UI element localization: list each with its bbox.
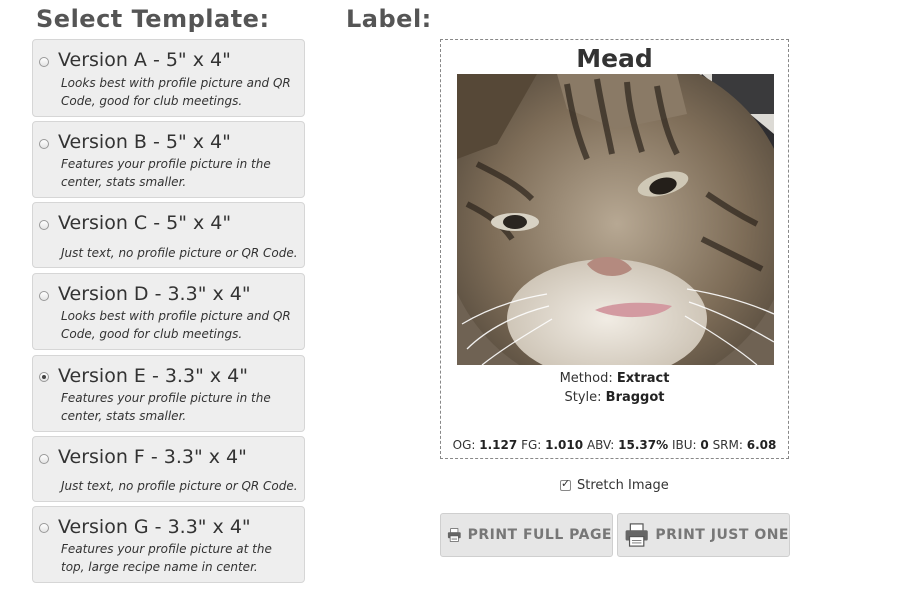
template-option-a[interactable]: Version A - 5" x 4" Looks best with prof… bbox=[32, 39, 305, 117]
radio-button-selected[interactable] bbox=[39, 372, 49, 382]
template-description: Just text, no profile picture or QR Code… bbox=[61, 479, 298, 493]
template-description: Features your profile picture in the cen… bbox=[61, 157, 271, 189]
stats-line: OG: 1.127 FG: 1.010 ABV: 15.37% IBU: 0 S… bbox=[441, 438, 788, 452]
select-template-heading: Select Template: bbox=[36, 5, 270, 33]
template-title: Version B - 5" x 4" bbox=[58, 131, 231, 153]
template-option-b[interactable]: Version B - 5" x 4" Features your profil… bbox=[32, 121, 305, 198]
radio-button[interactable] bbox=[39, 454, 49, 464]
method-label: Method: bbox=[559, 371, 613, 386]
print-just-one-button[interactable]: PRINT JUST ONE bbox=[617, 513, 790, 557]
fg-value: 1.010 bbox=[545, 438, 584, 452]
print-full-page-label: PRINT FULL PAGE bbox=[467, 527, 612, 543]
method-line: Method: Extract bbox=[441, 371, 788, 386]
template-option-c[interactable]: Version C - 5" x 4" Just text, no profil… bbox=[32, 202, 305, 268]
template-option-f[interactable]: Version F - 3.3" x 4" Just text, no prof… bbox=[32, 436, 305, 502]
template-title: Version E - 3.3" x 4" bbox=[58, 365, 248, 387]
fg-label: FG: bbox=[521, 438, 542, 452]
stretch-image-checkbox[interactable] bbox=[560, 477, 571, 491]
srm-label: SRM: bbox=[712, 438, 743, 452]
ibu-value: 0 bbox=[700, 438, 709, 452]
radio-button[interactable] bbox=[39, 139, 49, 149]
label-preview: Mead Method: Extract Style: Braggot OG: … bbox=[440, 39, 789, 459]
template-title: Version C - 5" x 4" bbox=[58, 212, 232, 234]
template-description: Just text, no profile picture or QR Code… bbox=[61, 246, 298, 260]
print-just-one-label: PRINT JUST ONE bbox=[655, 527, 789, 543]
label-heading: Label: bbox=[346, 5, 432, 33]
og-label: OG: bbox=[452, 438, 476, 452]
print-full-page-button[interactable]: PRINT FULL PAGE bbox=[440, 513, 613, 557]
method-value: Extract bbox=[616, 371, 670, 386]
radio-button[interactable] bbox=[39, 220, 49, 230]
template-title: Version F - 3.3" x 4" bbox=[58, 446, 247, 468]
style-line: Style: Braggot bbox=[441, 390, 788, 405]
template-description: Features your profile picture at the top… bbox=[61, 542, 272, 574]
template-description: Features your profile picture in the cen… bbox=[61, 391, 271, 423]
template-option-d[interactable]: Version D - 3.3" x 4" Looks best with pr… bbox=[32, 273, 305, 350]
abv-label: ABV: bbox=[586, 438, 615, 452]
template-title: Version D - 3.3" x 4" bbox=[58, 283, 251, 305]
recipe-name: Mead bbox=[576, 44, 653, 73]
profile-picture bbox=[457, 74, 774, 365]
abv-value: 15.37% bbox=[618, 438, 669, 452]
stretch-image-option[interactable]: Stretch Image bbox=[560, 477, 669, 493]
radio-button[interactable] bbox=[39, 523, 49, 533]
printer-icon bbox=[447, 528, 461, 542]
template-option-e[interactable]: Version E - 3.3" x 4" Features your prof… bbox=[32, 355, 305, 432]
og-value: 1.127 bbox=[479, 438, 518, 452]
radio-button[interactable] bbox=[39, 57, 49, 67]
printer-icon bbox=[625, 523, 648, 547]
template-description: Looks best with profile picture and QR C… bbox=[61, 309, 291, 341]
template-title: Version A - 5" x 4" bbox=[58, 49, 231, 71]
template-title: Version G - 3.3" x 4" bbox=[58, 516, 251, 538]
stretch-image-label: Stretch Image bbox=[577, 478, 669, 493]
template-description: Looks best with profile picture and QR C… bbox=[61, 76, 291, 108]
template-option-g[interactable]: Version G - 3.3" x 4" Features your prof… bbox=[32, 506, 305, 583]
srm-value: 6.08 bbox=[746, 438, 777, 452]
style-label: Style: bbox=[564, 390, 602, 405]
ibu-label: IBU: bbox=[671, 438, 697, 452]
radio-button[interactable] bbox=[39, 291, 49, 301]
style-value: Braggot bbox=[605, 390, 665, 405]
